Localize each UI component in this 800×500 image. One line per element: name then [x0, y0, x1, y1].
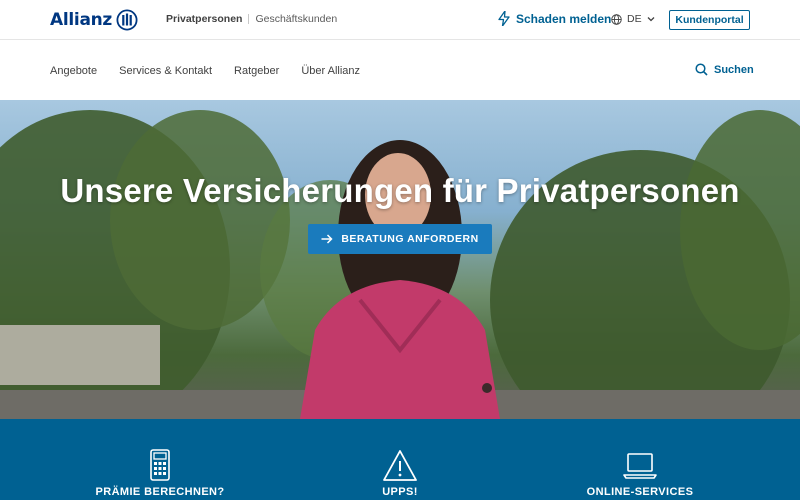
- customer-segment-switch: Privatpersonen Geschäftskunden: [166, 13, 337, 25]
- request-advice-label: BERATUNG ANFORDERN: [341, 233, 479, 245]
- warning-icon: [383, 450, 417, 481]
- nav-item-guide[interactable]: Ratgeber: [234, 65, 279, 77]
- request-advice-button[interactable]: BERATUNG ANFORDERN: [308, 224, 492, 254]
- report-claim-label: Schaden melden: [516, 11, 612, 26]
- allianz-eagle-icon: [116, 9, 138, 31]
- segment-private[interactable]: Privatpersonen: [166, 13, 242, 25]
- arrow-right-icon: [321, 234, 333, 244]
- segment-divider: [248, 14, 250, 24]
- search-icon: [695, 63, 708, 76]
- globe-icon: [611, 13, 622, 25]
- calculator-icon: [150, 449, 170, 481]
- report-claim-link[interactable]: Schaden melden: [498, 11, 611, 26]
- lightning-icon: [498, 11, 510, 26]
- search-button[interactable]: Suchen: [695, 63, 754, 76]
- service-calculate-premium-label: PRÄMIE BERECHNEN?: [95, 486, 225, 498]
- service-oops-label: UPPS!: [382, 486, 418, 498]
- services-band: PRÄMIE BERECHNEN? UPPS! ONLINE-SERVICES: [0, 419, 800, 500]
- nav-item-about[interactable]: Über Allianz: [301, 65, 360, 77]
- top-bar: Allianz Privatpersonen Geschäftskunden S…: [0, 0, 800, 40]
- main-navigation: Angebote Services & Kontakt Ratgeber Übe…: [0, 41, 800, 100]
- service-online[interactable]: ONLINE-SERVICES: [550, 449, 730, 498]
- nav-item-offers[interactable]: Angebote: [50, 65, 97, 77]
- language-code: DE: [627, 13, 642, 25]
- nav-item-services-contact[interactable]: Services & Kontakt: [119, 65, 212, 77]
- hero-banner: Unsere Versicherungen für Privatpersonen…: [0, 100, 800, 419]
- chevron-down-icon: [647, 17, 655, 22]
- service-oops[interactable]: UPPS!: [310, 449, 490, 498]
- language-selector[interactable]: DE: [611, 13, 655, 25]
- allianz-logo[interactable]: Allianz: [50, 9, 138, 31]
- hero-title: Unsere Versicherungen für Privatpersonen: [60, 172, 740, 209]
- search-label: Suchen: [714, 63, 754, 76]
- service-online-label: ONLINE-SERVICES: [586, 486, 694, 498]
- laptop-icon: [623, 453, 657, 479]
- customer-portal-button[interactable]: Kundenportal: [669, 10, 750, 30]
- service-calculate-premium[interactable]: PRÄMIE BERECHNEN?: [70, 449, 250, 498]
- nav-items: Angebote Services & Kontakt Ratgeber Übe…: [50, 65, 360, 77]
- segment-business[interactable]: Geschäftskunden: [255, 13, 337, 25]
- logo-wordmark: Allianz: [50, 10, 113, 30]
- hero-photo: [0, 110, 800, 419]
